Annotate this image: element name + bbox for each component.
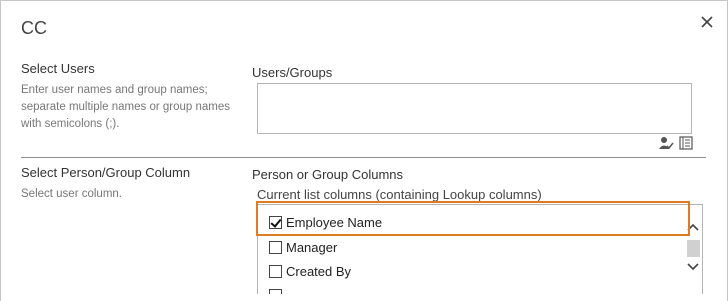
description-line: with semicolons (;). <box>21 118 120 130</box>
list-item[interactable]: Manager <box>269 240 337 255</box>
checkbox[interactable] <box>269 265 282 278</box>
list-item[interactable] <box>269 289 286 294</box>
checkbox[interactable] <box>269 241 282 254</box>
chevron-down-icon[interactable] <box>684 260 702 274</box>
dialog: CC Select Users Enter user names and gro… <box>0 0 728 301</box>
scroll-thumb[interactable] <box>687 240 700 257</box>
list-item[interactable]: Employee Name <box>269 215 382 230</box>
section-divider <box>21 157 706 158</box>
select-column-label: Select Person/Group Column <box>21 165 191 180</box>
description-line: Enter user names and group names; <box>21 84 208 96</box>
column-listbox[interactable]: Employee Name Manager Created By <box>257 204 703 294</box>
chevron-up-icon[interactable] <box>684 220 702 234</box>
check-names-icon[interactable] <box>658 135 674 151</box>
checkbox-checked[interactable] <box>269 216 282 229</box>
listbox-scrollbar[interactable] <box>684 216 702 290</box>
description-line: separate multiple names or group names <box>21 101 231 113</box>
list-columns-caption: Current list columns (containing Lookup … <box>257 187 542 202</box>
users-groups-label: Users/Groups <box>252 65 333 80</box>
select-column-description: Select user column. <box>21 188 122 200</box>
checkbox[interactable] <box>269 289 282 294</box>
person-group-columns-label: Person or Group Columns <box>252 167 404 182</box>
people-picker-toolbar <box>658 135 694 151</box>
close-icon[interactable] <box>698 13 716 31</box>
address-book-icon[interactable] <box>678 135 694 151</box>
option-label: Created By <box>286 264 352 279</box>
select-users-label: Select Users <box>21 61 95 76</box>
dialog-title: CC <box>21 18 47 38</box>
list-item[interactable]: Created By <box>269 264 351 279</box>
option-label: Manager <box>286 240 338 255</box>
select-users-description: Enter user names and group names; separa… <box>21 82 230 133</box>
users-groups-input[interactable] <box>257 83 692 134</box>
option-label: Employee Name <box>286 215 383 230</box>
